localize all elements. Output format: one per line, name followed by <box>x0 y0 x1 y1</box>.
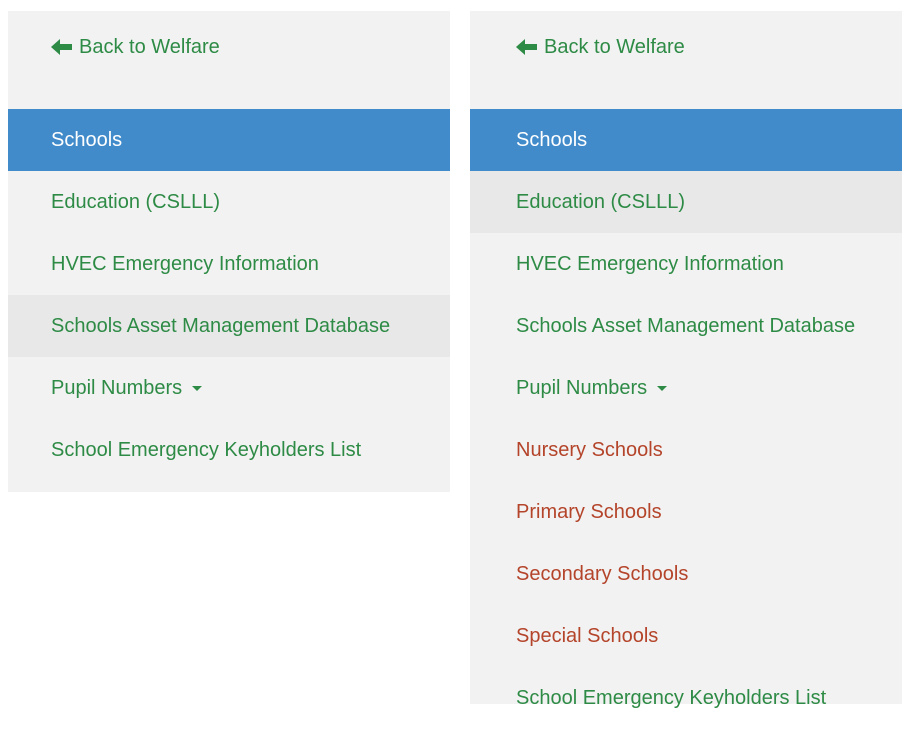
submenu-item-secondary-schools[interactable]: Secondary Schools <box>470 543 902 605</box>
nav-item-label: Schools Asset Management Database <box>51 314 391 337</box>
arrow-left-icon <box>516 38 538 58</box>
nav-item-pupil-numbers-dropdown[interactable]: Pupil Numbers <box>8 357 450 419</box>
nav-item-schools[interactable]: Schools <box>470 109 902 171</box>
nav-item-asset-management[interactable]: Schools Asset Management Database <box>470 295 902 357</box>
nav-item-keyholders-list[interactable]: School Emergency Keyholders List <box>8 419 450 481</box>
nav-item-education[interactable]: Education (CSLLL) <box>470 171 902 233</box>
arrow-left-icon <box>51 38 73 58</box>
submenu-item-label: Secondary Schools <box>516 562 689 585</box>
submenu-item-special-schools[interactable]: Special Schools <box>470 605 902 667</box>
nav-item-label: Pupil Numbers <box>51 376 183 399</box>
nav-item-label: Education (CSLLL) <box>51 190 220 213</box>
nav-item-asset-management[interactable]: Schools Asset Management Database <box>8 295 450 357</box>
nav-item-label: Schools Asset Management Database <box>516 314 856 337</box>
nav-item-hvec-emergency[interactable]: HVEC Emergency Information <box>470 233 902 295</box>
submenu-item-label: Primary Schools <box>516 500 662 523</box>
sidebar-nav-expanded: Back to Welfare Schools Education (CSLLL… <box>470 11 902 709</box>
submenu-item-primary-schools[interactable]: Primary Schools <box>470 481 902 543</box>
nav-item-label: Schools <box>516 128 588 151</box>
nav-item-label: School Emergency Keyholders List <box>51 438 362 461</box>
back-link-label: Back to Welfare <box>544 36 685 58</box>
nav-item-education[interactable]: Education (CSLLL) <box>8 171 450 233</box>
nav-item-schools[interactable]: Schools <box>8 109 450 171</box>
back-link-label: Back to Welfare <box>79 36 220 58</box>
nav-item-pupil-numbers-dropdown[interactable]: Pupil Numbers <box>470 357 902 419</box>
nav-item-label: HVEC Emergency Information <box>516 252 784 275</box>
nav-item-label: HVEC Emergency Information <box>51 252 319 275</box>
nav-item-label: Pupil Numbers <box>516 376 648 399</box>
submenu-item-label: Nursery Schools <box>516 438 663 461</box>
caret-down-icon <box>192 385 203 391</box>
nav-item-hvec-emergency[interactable]: HVEC Emergency Information <box>8 233 450 295</box>
sidebar-nav-collapsed: Back to Welfare Schools Education (CSLLL… <box>8 11 450 492</box>
back-to-welfare-link[interactable]: Back to Welfare <box>8 11 450 109</box>
nav-item-label: School Emergency Keyholders List <box>516 686 827 709</box>
nav-item-label: Schools <box>51 128 123 151</box>
submenu-item-label: Special Schools <box>516 624 659 647</box>
nav-item-label: Education (CSLLL) <box>516 190 685 213</box>
back-to-welfare-link[interactable]: Back to Welfare <box>470 11 902 109</box>
submenu-item-nursery-schools[interactable]: Nursery Schools <box>470 419 902 481</box>
nav-item-keyholders-list[interactable]: School Emergency Keyholders List <box>470 667 902 729</box>
caret-down-icon <box>657 385 668 391</box>
